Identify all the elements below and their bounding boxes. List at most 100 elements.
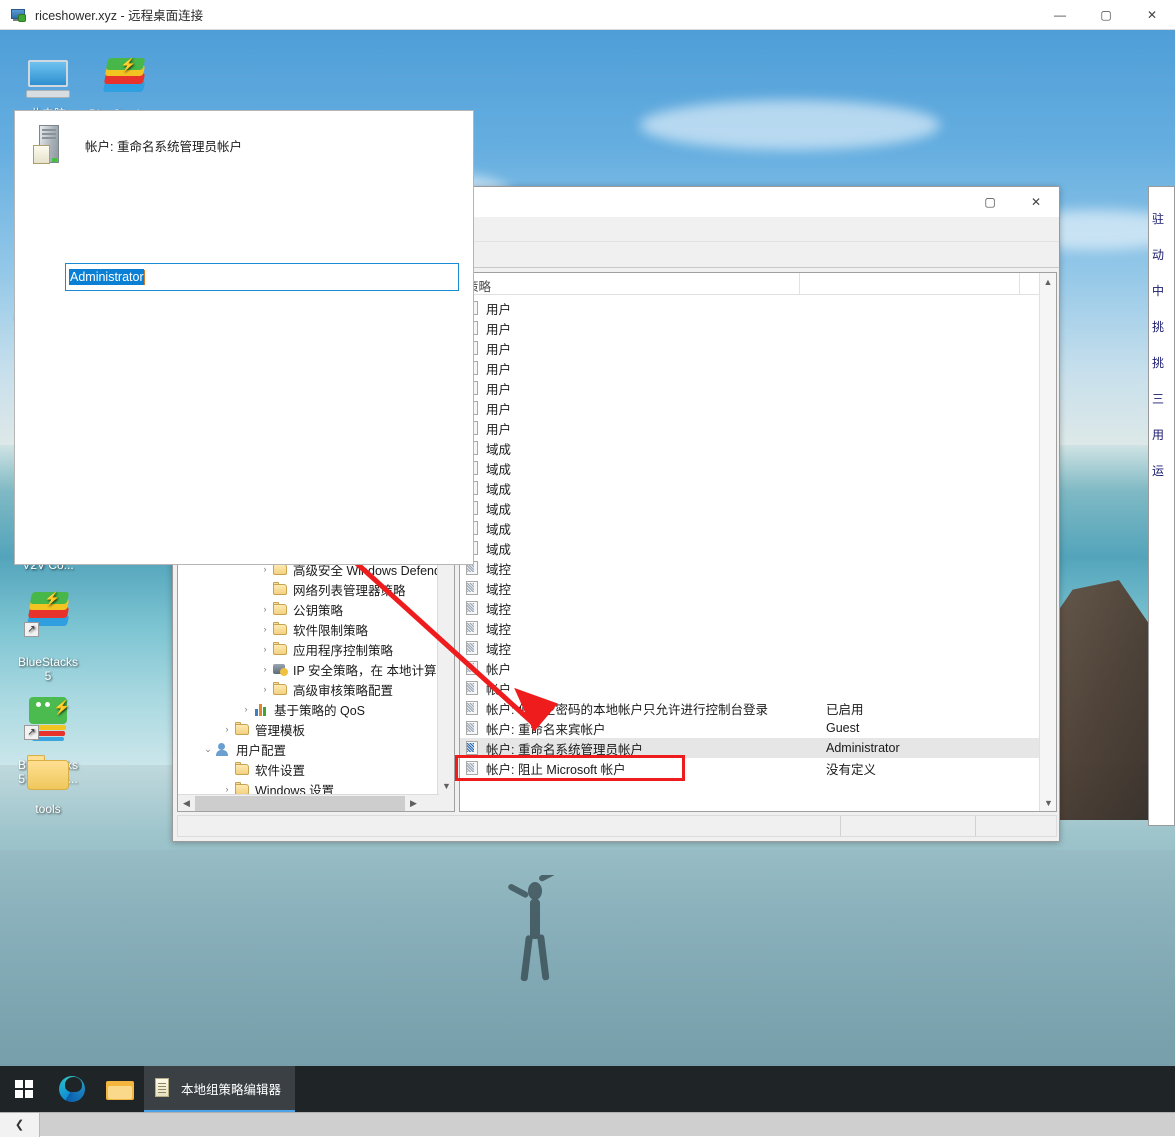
scroll-up-arrow[interactable]: ▲ xyxy=(1040,273,1056,290)
tree-node[interactable]: 网络列表管理器策略 xyxy=(258,579,406,599)
policy-setting-icon xyxy=(464,640,481,656)
chevron-right-icon[interactable]: › xyxy=(258,564,272,574)
policy-row[interactable]: 域成 xyxy=(460,518,1040,538)
desktop-icon-tools[interactable]: tools xyxy=(2,750,94,816)
policy-row[interactable]: 域成 xyxy=(460,478,1040,498)
column-header-setting[interactable] xyxy=(800,273,1020,294)
tree-node[interactable]: 软件设置 xyxy=(220,759,305,779)
gpe-window-controls: ▢ ✕ xyxy=(967,187,1059,217)
scroll-down-arrow[interactable]: ▼ xyxy=(1040,794,1056,811)
tree-horizontal-scrollbar[interactable]: ◀ ▶ xyxy=(178,794,439,811)
policy-row[interactable]: 域成 xyxy=(460,498,1040,518)
policy-row-name: 用户 xyxy=(486,362,512,377)
file-explorer-icon[interactable] xyxy=(96,1066,144,1112)
tree-hscroll-thumb[interactable] xyxy=(195,796,405,811)
rdp-titlebar: riceshower.xyz - 远程桌面连接 — ▢ ✕ xyxy=(0,0,1175,30)
policy-row-name: 域成 xyxy=(486,522,512,537)
column-header-policy[interactable]: 策略 xyxy=(460,273,800,294)
windows-start-icon[interactable] xyxy=(0,1066,48,1112)
microsoft-edge-icon[interactable] xyxy=(48,1066,96,1112)
status-panel-three xyxy=(976,816,1056,836)
policy-row[interactable]: 域控 xyxy=(460,638,1040,658)
status-panel-two xyxy=(841,816,976,836)
policy-row[interactable]: 用户 xyxy=(460,298,1040,318)
policy-row[interactable]: 帐户: 重命名来宾帐户 Guest xyxy=(460,718,1040,738)
taskbar-task-group-policy-editor[interactable]: 本地组策略编辑器 xyxy=(144,1066,296,1112)
tree-node[interactable]: ⌄ 用户配置 xyxy=(201,739,286,759)
policy-list-pane[interactable]: 策略 用户 用户 用户 用户 用户 用户 用户 域成 域成 域成 域成 域成 域成 域控 域控 域控 域控 域控帐… xyxy=(459,272,1057,812)
tree-node[interactable]: › 基于策略的 QoS xyxy=(239,699,365,719)
tree-node[interactable]: › IP 安全策略，在 本地计算机 xyxy=(258,659,449,679)
bottom-scroll-strip[interactable]: ❮ xyxy=(0,1112,1175,1137)
policy-row[interactable]: 用户 xyxy=(460,318,1040,338)
shortcut-arrow-icon: ↗ xyxy=(24,622,39,637)
gpe-close-button[interactable]: ✕ xyxy=(1013,187,1059,217)
scroll-down-arrow[interactable]: ▼ xyxy=(438,777,454,794)
tree-node[interactable]: › 高级审核策略配置 xyxy=(258,679,393,699)
policy-row-name: 帐户: 重命名系统管理员帐户 xyxy=(486,742,643,757)
chevron-right-icon[interactable]: › xyxy=(258,664,272,674)
scroll-left-arrow[interactable]: ◀ xyxy=(178,795,195,811)
chevron-right-icon[interactable]: › xyxy=(258,604,272,614)
policy-row-name: 域成 xyxy=(486,502,512,517)
folder-icon xyxy=(272,581,289,597)
policy-row[interactable]: 用户 xyxy=(460,378,1040,398)
dialog-policy-header: 帐户: 重命名系统管理员帐户 xyxy=(15,111,473,165)
folder-icon xyxy=(272,681,289,697)
tree-node[interactable]: › 公钥策略 xyxy=(258,599,343,619)
policy-row[interactable]: 用户 xyxy=(460,398,1040,418)
policy-row-selected[interactable]: 帐户: 重命名系统管理员帐户 Administrator xyxy=(460,738,1040,758)
policy-row[interactable]: 域控 xyxy=(460,618,1040,638)
policy-row-name: 域控 xyxy=(486,582,512,597)
policy-row[interactable]: 域控 xyxy=(460,558,1040,578)
text-caret xyxy=(143,269,145,285)
policy-row[interactable]: 域成 xyxy=(460,438,1040,458)
policy-row[interactable]: 域控 xyxy=(460,598,1040,618)
policy-row[interactable]: 帐户 xyxy=(460,658,1040,678)
rdp-minimize-button[interactable]: — xyxy=(1037,0,1083,30)
chevron-down-icon[interactable]: ⌄ xyxy=(201,744,215,755)
policy-row[interactable]: 域成 xyxy=(460,538,1040,558)
rdp-close-button[interactable]: ✕ xyxy=(1129,0,1175,30)
policy-row-name: 帐户: 重命名来宾帐户 xyxy=(486,722,606,737)
policy-row[interactable]: 域成 xyxy=(460,458,1040,478)
scroll-right-arrow[interactable]: ▶ xyxy=(405,795,422,811)
policy-row[interactable]: 帐户 xyxy=(460,678,1040,698)
bluestacks-icon: ⚡ xyxy=(100,55,148,103)
tree-node[interactable]: › 应用程序控制策略 xyxy=(258,639,393,659)
chevron-right-icon[interactable]: › xyxy=(220,784,234,794)
chevron-right-icon[interactable]: › xyxy=(220,724,234,734)
chevron-right-icon[interactable]: › xyxy=(258,624,272,634)
tree-node-label: 网络列表管理器策略 xyxy=(293,583,406,598)
policy-row[interactable]: 用户 xyxy=(460,338,1040,358)
dialog-policy-name: 帐户: 重命名系统管理员帐户 xyxy=(85,139,242,154)
policy-row[interactable]: 用户 xyxy=(460,418,1040,438)
chevron-right-icon[interactable]: › xyxy=(239,704,253,714)
scroll-left-arrow[interactable]: ❮ xyxy=(0,1112,40,1137)
policy-setting-icon xyxy=(464,740,481,756)
policy-row-name: 帐户: 阻止 Microsoft 帐户 xyxy=(486,762,626,777)
policy-row[interactable]: 域控 xyxy=(460,578,1040,598)
policy-row[interactable]: 用户 xyxy=(460,358,1040,378)
policy-row[interactable]: 帐户: 使用空密码的本地帐户只允许进行控制台登录 已启用 xyxy=(460,698,1040,718)
policy-row[interactable]: 帐户: 阻止 Microsoft 帐户 没有定义 xyxy=(460,758,1040,778)
policy-row-name: 用户 xyxy=(486,422,512,437)
policy-row-name: 帐户: 使用空密码的本地帐户只允许进行控制台登录 xyxy=(486,702,768,717)
rename-account-input[interactable]: Administrator xyxy=(65,263,459,291)
tree-node[interactable]: › 管理模板 xyxy=(220,719,305,739)
folder-icon xyxy=(24,750,72,798)
background-window-sliver[interactable]: 驻动中挑挑三用运 xyxy=(1148,186,1175,826)
chevron-right-icon[interactable]: › xyxy=(258,684,272,694)
desktop-icon-bluestacks-5[interactable]: ⚡ ↗ BlueStacks 5 xyxy=(2,575,94,684)
rdp-maximize-button[interactable]: ▢ xyxy=(1083,0,1129,30)
shortcut-arrow-icon: ↗ xyxy=(24,725,39,740)
list-vertical-scrollbar[interactable]: ▲ ▼ xyxy=(1039,273,1056,811)
policy-row-name: 域成 xyxy=(486,442,512,457)
policy-setting-icon xyxy=(464,580,481,596)
gpe-maximize-button[interactable]: ▢ xyxy=(967,187,1013,217)
chevron-right-icon[interactable]: › xyxy=(258,644,272,654)
tree-node-label: 应用程序控制策略 xyxy=(293,643,394,658)
policy-row-value: 已启用 xyxy=(826,702,864,717)
tree-node[interactable]: › 软件限制策略 xyxy=(258,619,368,639)
bluestacks-5-icon: ⚡ ↗ xyxy=(24,589,72,637)
